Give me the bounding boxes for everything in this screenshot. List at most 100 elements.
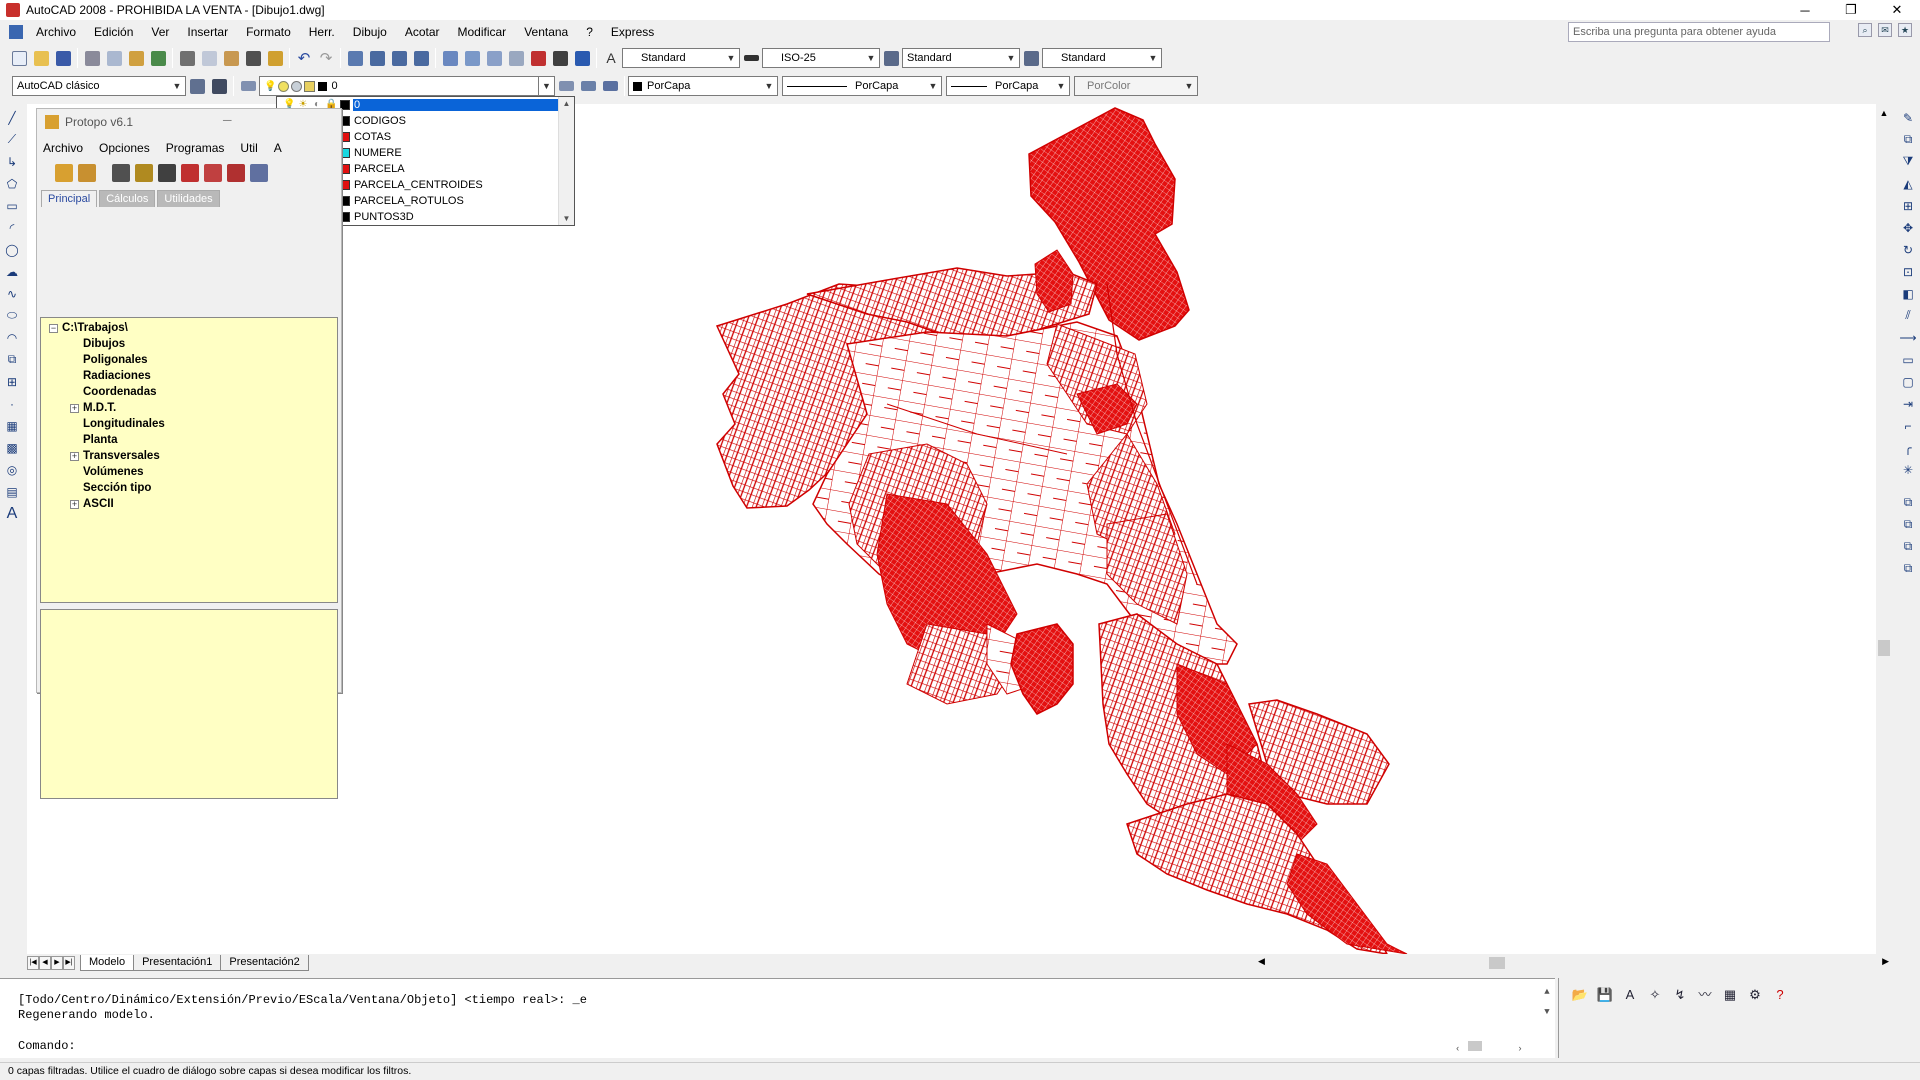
region-icon[interactable]: ◎ xyxy=(3,460,21,479)
mirror-icon[interactable]: ⧩ xyxy=(1899,152,1917,171)
color-select[interactable]: PorCapa ▼ xyxy=(628,76,778,96)
open-folder-icon[interactable]: 📂 xyxy=(1571,986,1589,1004)
tool-palettes-icon[interactable] xyxy=(483,47,505,69)
project-tree[interactable]: − C:\Trabajos\ Dibujos Poligonales Radiac… xyxy=(40,317,338,603)
command-scrollbar[interactable]: ▲ ▼ xyxy=(1539,987,1555,1031)
join-icon[interactable]: ⇥ xyxy=(1899,394,1917,413)
erase-icon[interactable]: ✎ xyxy=(1899,108,1917,127)
copy-object-icon[interactable]: ⧉ xyxy=(1899,130,1917,149)
cut-icon[interactable] xyxy=(176,47,198,69)
next-tab-icon[interactable]: ▶ xyxy=(51,956,63,970)
pick-icon[interactable]: ↯ xyxy=(1671,986,1689,1004)
matchprop-icon[interactable] xyxy=(242,47,264,69)
tree-item-poligonales[interactable]: Poligonales xyxy=(41,352,337,368)
workspace-settings-icon[interactable] xyxy=(186,75,208,97)
fillet-icon[interactable]: ╭ xyxy=(1899,438,1917,457)
zoom-window-icon[interactable] xyxy=(388,47,410,69)
protopo-menu-util[interactable]: Util xyxy=(240,141,257,155)
tree-root[interactable]: − C:\Trabajos\ xyxy=(41,320,337,336)
protopo-tool-icon[interactable] xyxy=(112,164,130,182)
layer-states-icon[interactable] xyxy=(599,75,621,97)
draworder-above-icon[interactable]: ⧉ xyxy=(1899,537,1917,556)
protopo-menu-archivo[interactable]: Archivo xyxy=(43,141,83,155)
stretch-icon[interactable]: ◧ xyxy=(1899,284,1917,303)
new-icon[interactable] xyxy=(8,47,30,69)
polyline-icon[interactable]: ↳ xyxy=(3,152,21,171)
explode-icon[interactable]: ✳ xyxy=(1899,460,1917,479)
text-style-select[interactable]: Standard ▼ xyxy=(622,48,740,68)
mtext-icon[interactable]: A xyxy=(3,504,21,523)
favorites-icon[interactable]: ★ xyxy=(1898,23,1912,37)
tree-item-radiaciones[interactable]: Radiaciones xyxy=(41,368,337,384)
paste-icon[interactable] xyxy=(220,47,242,69)
chevron-down-icon[interactable]: ▼ xyxy=(538,77,554,95)
protopo-tool-icon[interactable] xyxy=(55,164,73,182)
text-style-icon[interactable]: A xyxy=(600,47,622,69)
help-question-icon[interactable]: ? xyxy=(1771,986,1789,1004)
scroll-up-icon[interactable]: ▲ xyxy=(1876,108,1892,118)
menu-express[interactable]: Express xyxy=(602,25,663,39)
tree-item-coordenadas[interactable]: Coordenadas xyxy=(41,384,337,400)
table-icon[interactable]: ▤ xyxy=(3,482,21,501)
tab-utilidades[interactable]: Utilidades xyxy=(157,190,220,207)
rectangle-icon[interactable]: ▭ xyxy=(3,196,21,215)
layer-previous-icon[interactable] xyxy=(577,75,599,97)
scroll-right-icon[interactable]: ▶ xyxy=(1882,956,1889,967)
snap-point-icon[interactable]: ✧ xyxy=(1646,986,1664,1004)
tree-item-mdt[interactable]: + M.D.T. xyxy=(41,400,337,416)
polygon-icon[interactable]: ⬠ xyxy=(3,174,21,193)
tree-item-transversales[interactable]: + Transversales xyxy=(41,448,337,464)
tab-calculos[interactable]: Cálculos xyxy=(99,190,156,207)
help-search-input[interactable]: Escriba una pregunta para obtener ayuda xyxy=(1568,22,1830,42)
horizontal-scrollbar[interactable]: ◀ ▶ xyxy=(1255,956,1892,970)
command-hscroll[interactable]: ‹ › xyxy=(1455,1041,1525,1055)
menu-acotar[interactable]: Acotar xyxy=(396,25,449,39)
protopo-tool-icon[interactable] xyxy=(78,164,96,182)
ellipse-arc-icon[interactable]: ◠ xyxy=(3,328,21,347)
offset-icon[interactable]: ◭ xyxy=(1899,174,1917,193)
properties-icon[interactable] xyxy=(439,47,461,69)
tree-item-longitudinales[interactable]: Longitudinales xyxy=(41,416,337,432)
draworder-under-icon[interactable]: ⧉ xyxy=(1899,559,1917,578)
protopo-tool-icon[interactable] xyxy=(204,164,222,182)
tree-item-planta[interactable]: Planta xyxy=(41,432,337,448)
layer-manager-icon[interactable] xyxy=(237,75,259,97)
extend-icon[interactable]: ⟶ xyxy=(1899,328,1917,347)
lineweight-select[interactable]: PorCapa ▼ xyxy=(946,76,1070,96)
tab-principal[interactable]: Principal xyxy=(41,190,98,207)
draworder-back-icon[interactable]: ⧉ xyxy=(1899,515,1917,534)
pan-icon[interactable] xyxy=(344,47,366,69)
expand-icon[interactable]: + xyxy=(70,499,79,509)
layer-list-scrollbar[interactable]: ▲ ▼ xyxy=(558,97,574,225)
tree-item-dibujos[interactable]: Dibujos xyxy=(41,336,337,352)
menu-formato[interactable]: Formato xyxy=(237,25,300,39)
break-at-point-icon[interactable]: ▭ xyxy=(1899,350,1917,369)
polyline-edit-icon[interactable]: 〰 xyxy=(1696,986,1714,1004)
revcloud-icon[interactable]: ☁ xyxy=(3,262,21,281)
table-style-select[interactable]: Standard ▼ xyxy=(902,48,1020,68)
menu-help[interactable]: ? xyxy=(577,25,602,39)
zoom-realtime-icon[interactable] xyxy=(366,47,388,69)
arc-icon[interactable]: ◜ xyxy=(3,218,21,237)
help-icon[interactable] xyxy=(571,47,593,69)
vertical-scrollbar[interactable]: ▲ xyxy=(1876,104,1892,954)
first-tab-icon[interactable]: |◀ xyxy=(27,956,39,970)
workspace-save-icon[interactable] xyxy=(208,75,230,97)
chamfer-icon[interactable]: ⌐ xyxy=(1899,416,1917,435)
protopo-tool-icon[interactable] xyxy=(181,164,199,182)
circle-icon[interactable]: ◯ xyxy=(3,240,21,259)
workspace-select[interactable]: AutoCAD clásico ▼ xyxy=(12,76,186,96)
tree-item-seccion-tipo[interactable]: Sección tipo xyxy=(41,480,337,496)
dim-style-icon[interactable] xyxy=(740,47,762,69)
table-tool-icon[interactable]: ▦ xyxy=(1721,986,1739,1004)
tab-modelo[interactable]: Modelo xyxy=(80,955,135,971)
document-icon[interactable] xyxy=(9,25,23,39)
dim-style-select[interactable]: ISO-25 ▼ xyxy=(762,48,880,68)
menu-herr[interactable]: Herr. xyxy=(300,25,344,39)
redo-icon[interactable]: ↷ xyxy=(315,47,337,69)
move-icon[interactable]: ✥ xyxy=(1899,218,1917,237)
construction-line-icon[interactable]: ⟋ xyxy=(3,130,21,149)
close-button[interactable]: ✕ xyxy=(1874,0,1920,20)
tab-presentacion1[interactable]: Presentación1 xyxy=(133,955,222,971)
protopo-tool-icon[interactable] xyxy=(250,164,268,182)
